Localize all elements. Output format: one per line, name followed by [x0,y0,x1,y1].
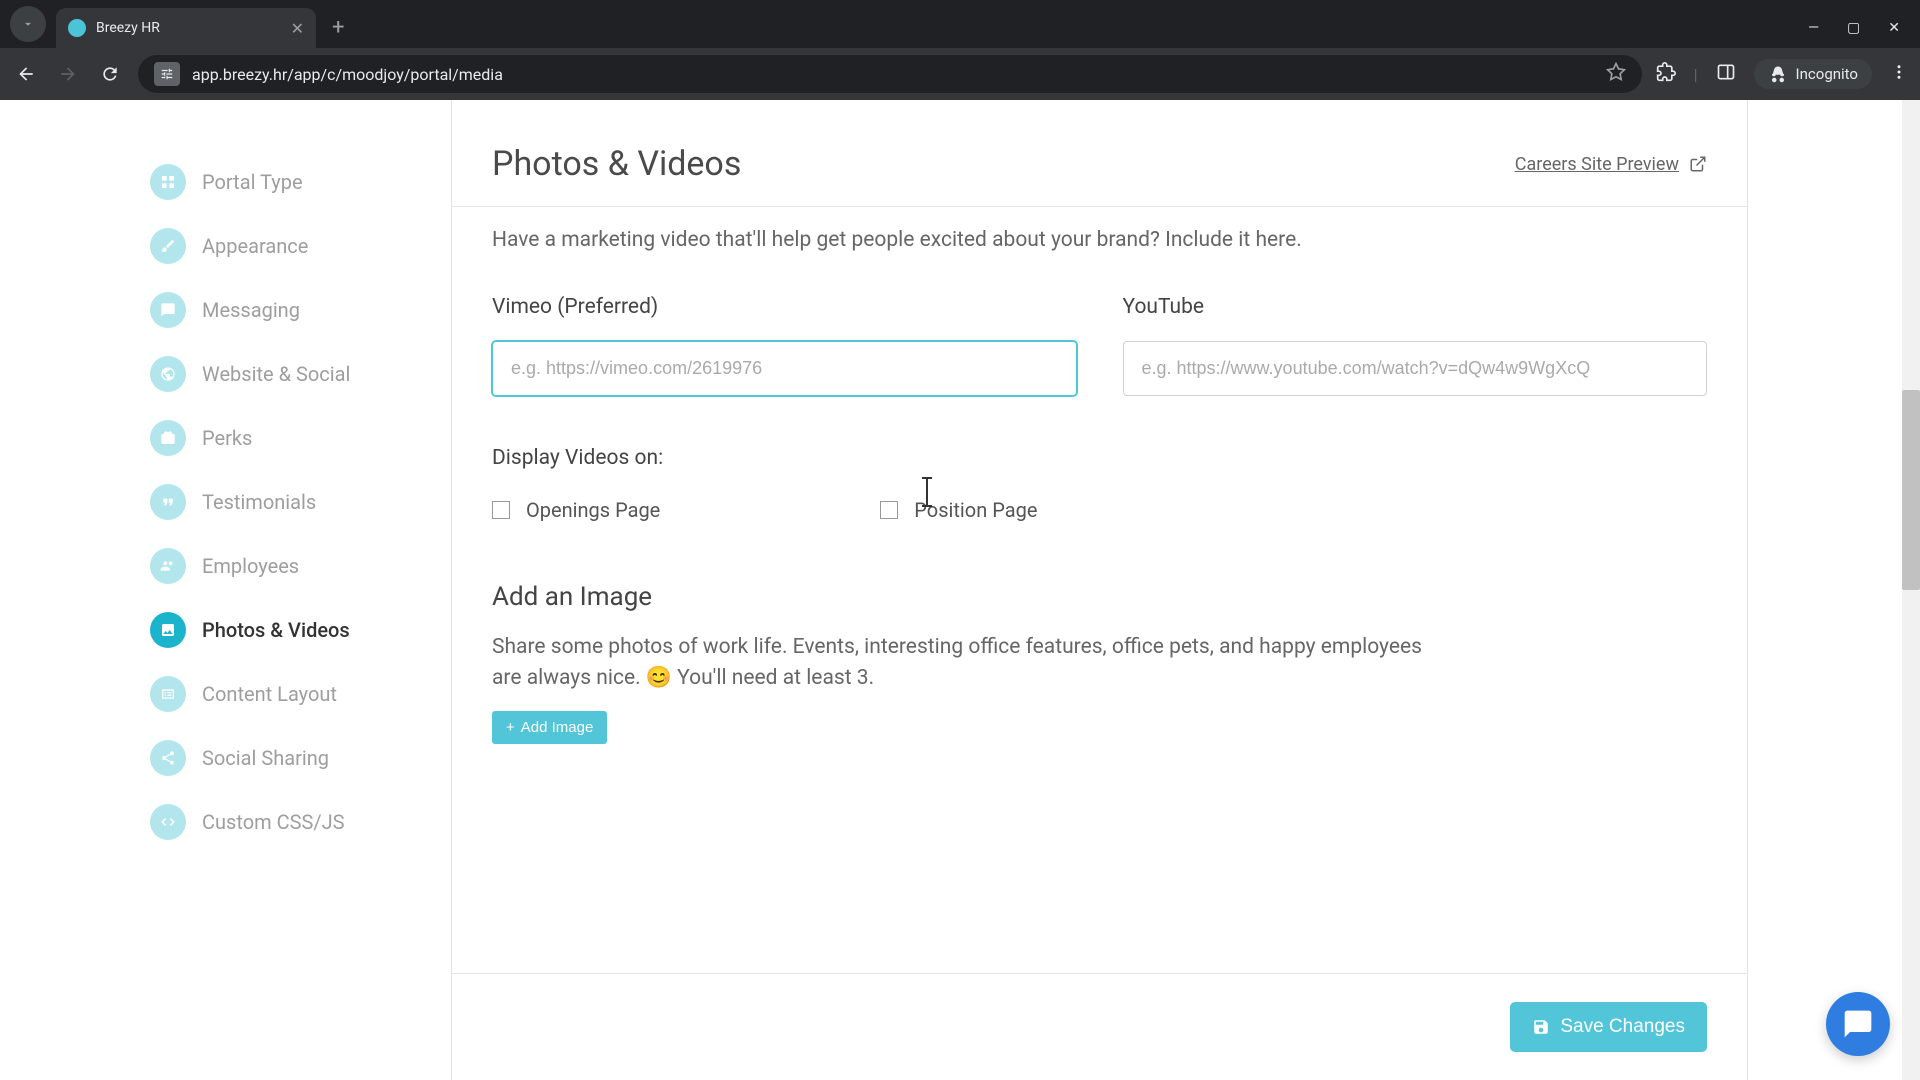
gift-icon [150,420,186,456]
sidebar-item-label: Photos & Videos [202,618,350,642]
chat-icon [1842,1008,1874,1040]
site-settings-button[interactable] [154,62,180,86]
sidebar-item-label: Custom CSS/JS [202,810,345,834]
sidebar-item-messaging[interactable]: Messaging [150,278,451,342]
scrollbar[interactable] [1902,100,1920,1080]
sidebar-item-label: Portal Type [202,170,303,194]
reload-button[interactable] [96,64,124,84]
sidebar-item-social-sharing[interactable]: Social Sharing [150,726,451,790]
sidebar-item-label: Appearance [202,234,308,258]
add-image-button-label: Add Image [521,719,594,736]
sidebar-item-label: Testimonials [202,490,316,514]
sidebar-item-testimonials[interactable]: Testimonials [150,470,451,534]
minimize-button[interactable]: — [1808,20,1819,36]
sidebar-item-label: Messaging [202,298,300,322]
sidebar-item-label: Social Sharing [202,746,329,770]
dots-vertical-icon [1890,63,1908,81]
browser-tab[interactable]: Breezy HR ✕ [56,8,316,48]
careers-preview-link[interactable]: Careers Site Preview [1515,154,1707,175]
brush-icon [150,228,186,264]
browser-menu-button[interactable] [1890,63,1908,86]
window-controls: — ▢ ✕ [1808,20,1920,36]
position-page-label: Position Page [914,498,1037,522]
url-text: app.breezy.hr/app/c/moodjoy/portal/media [192,65,503,84]
sidebar-item-portal-type[interactable]: Portal Type [150,150,451,214]
sidebar-item-content-layout[interactable]: Content Layout [150,662,451,726]
preview-link-label: Careers Site Preview [1515,154,1679,175]
chevron-down-icon [21,17,35,31]
incognito-badge[interactable]: Incognito [1754,59,1872,89]
reload-icon [100,64,120,84]
sidebar-item-custom-css-js[interactable]: Custom CSS/JS [150,790,451,854]
image-icon [150,612,186,648]
sidepanel-button[interactable] [1716,62,1736,87]
sidebar-item-appearance[interactable]: Appearance [150,214,451,278]
chat-widget-button[interactable] [1826,992,1890,1056]
save-icon [1532,1018,1550,1036]
sidebar-item-website-social[interactable]: Website & Social [150,342,451,406]
browser-tab-strip: Breezy HR ✕ + — ▢ ✕ [0,0,1920,48]
sidebar-item-label: Content Layout [202,682,337,706]
youtube-label: YouTube [1123,295,1708,319]
tab-search-button[interactable] [10,6,46,42]
position-page-checkbox[interactable] [880,501,898,519]
vimeo-label: Vimeo (Preferred) [492,295,1077,319]
globe-icon [150,356,186,392]
sidebar-item-label: Website & Social [202,362,350,386]
save-button-label: Save Changes [1560,1016,1685,1038]
tune-icon [160,67,174,81]
external-link-icon [1689,155,1707,173]
scrollbar-thumb[interactable] [1902,390,1920,590]
new-tab-button[interactable]: + [316,15,360,40]
plus-icon: + [506,719,515,736]
sidebar-item-perks[interactable]: Perks [150,406,451,470]
openings-page-label: Openings Page [526,498,660,522]
quote-icon [150,484,186,520]
puzzle-icon [1656,62,1676,82]
close-window-button[interactable]: ✕ [1888,20,1900,36]
grid-icon [150,164,186,200]
add-image-heading: Add an Image [492,582,1707,612]
page-title: Photos & Videos [492,144,741,184]
sidepanel-icon [1716,62,1736,82]
sidebar-item-label: Perks [202,426,252,450]
code-icon [150,804,186,840]
display-videos-label: Display Videos on: [492,446,1707,470]
share-icon [150,740,186,776]
message-icon [150,292,186,328]
bookmark-button[interactable] [1606,62,1626,86]
favicon-icon [68,19,86,37]
forward-button[interactable] [54,64,82,84]
users-icon [150,548,186,584]
add-image-text: Share some photos of work life. Events, … [492,632,1422,693]
incognito-icon [1768,65,1788,83]
openings-page-checkbox[interactable] [492,501,510,519]
incognito-label: Incognito [1796,65,1858,83]
main-content: Photos & Videos Careers Site Preview Hav… [452,100,1748,1080]
browser-toolbar: app.breezy.hr/app/c/moodjoy/portal/media… [0,48,1920,100]
maximize-button[interactable]: ▢ [1847,20,1860,36]
main-header: Photos & Videos Careers Site Preview [452,100,1747,207]
extensions-button[interactable] [1656,62,1676,87]
sidebar-item-label: Employees [202,554,299,578]
sidebar-item-employees[interactable]: Employees [150,534,451,598]
add-image-button[interactable]: + Add Image [492,711,607,744]
arrow-left-icon [16,64,36,84]
sidebar-item-photos-videos[interactable]: Photos & Videos [150,598,451,662]
vimeo-input[interactable] [492,341,1077,396]
sidebar: Portal Type Appearance Messaging Website… [0,100,452,1080]
layout-icon [150,676,186,712]
address-bar[interactable]: app.breezy.hr/app/c/moodjoy/portal/media [138,55,1642,93]
star-icon [1606,62,1626,82]
footer: Save Changes [452,973,1747,1080]
close-tab-button[interactable]: ✕ [291,19,304,38]
youtube-input[interactable] [1123,341,1708,396]
tab-title: Breezy HR [96,20,160,36]
intro-text: Have a marketing video that'll help get … [492,225,1412,255]
arrow-right-icon [58,64,78,84]
save-changes-button[interactable]: Save Changes [1510,1002,1707,1052]
back-button[interactable] [12,64,40,84]
